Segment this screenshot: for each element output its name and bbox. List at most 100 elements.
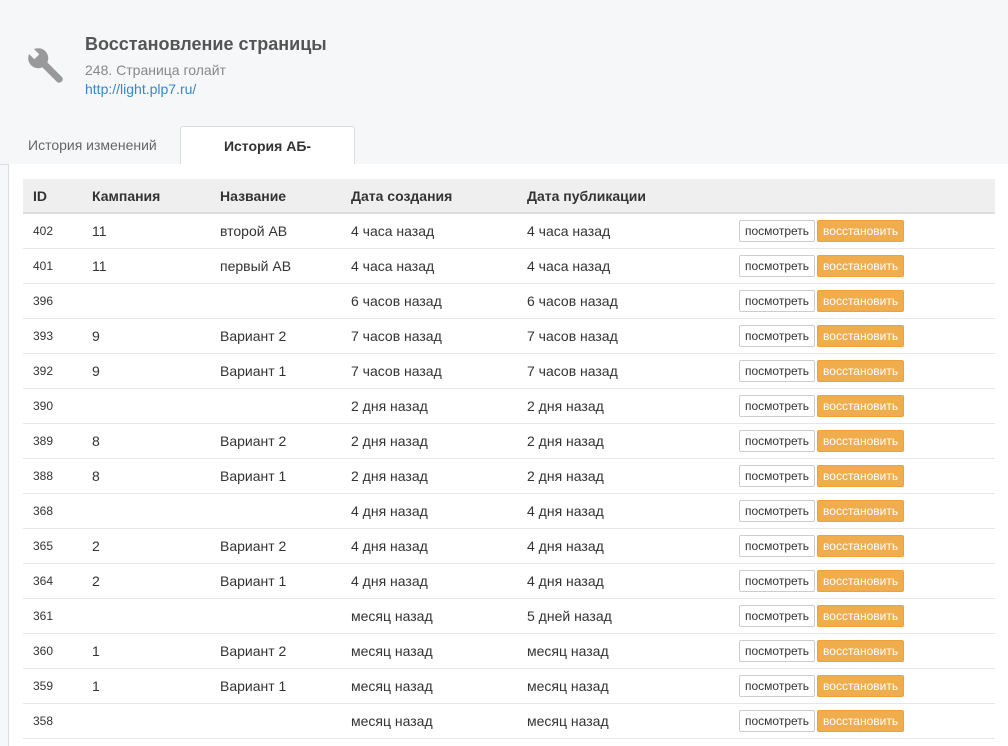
view-button[interactable]: посмотреть	[739, 395, 816, 417]
cell-campaign: 2	[82, 563, 210, 599]
table-row: 364 2 Вариант 14 дня назад 4 дня назад посмо…	[23, 563, 995, 599]
cell-actions: посмотреть восстановить	[719, 598, 995, 634]
cell-created: 2 дня назад	[341, 423, 517, 459]
restore-button[interactable]: восстановить	[817, 360, 905, 382]
cell-created: месяц назад	[341, 703, 517, 739]
cell-id: 392	[23, 353, 82, 389]
cell-id: 368	[23, 493, 82, 529]
cell-created: месяц назад	[341, 633, 517, 669]
restore-button[interactable]: восстановить	[817, 465, 905, 487]
table-row: 393 9 Вариант 27 часов назад 7 часов назад п…	[23, 318, 995, 354]
cell-campaign: 11	[82, 213, 210, 249]
restore-button[interactable]: восстановить	[817, 290, 905, 312]
column-header-campaign: Кампания	[82, 179, 210, 214]
cell-campaign	[82, 493, 210, 529]
table-row: 358 месяц назад месяц назад посмотреть восст…	[23, 703, 995, 739]
cell-actions: посмотреть восстановить	[719, 633, 995, 669]
restore-button[interactable]: восстановить	[817, 220, 905, 242]
cell-published: месяц назад	[517, 633, 719, 669]
restore-button[interactable]: восстановить	[817, 640, 905, 662]
column-header-id: ID	[23, 179, 82, 214]
view-button[interactable]: посмотреть	[739, 675, 816, 697]
view-button[interactable]: посмотреть	[739, 325, 816, 347]
cell-created: 4 часа назад	[341, 213, 517, 249]
view-button[interactable]: посмотреть	[739, 640, 816, 662]
cell-campaign: 11	[82, 248, 210, 284]
cell-name	[210, 388, 341, 424]
view-button[interactable]: посмотреть	[739, 710, 816, 732]
cell-campaign: 1	[82, 633, 210, 669]
cell-created: месяц назад	[341, 598, 517, 634]
restore-button[interactable]: восстановить	[817, 255, 905, 277]
cell-campaign	[82, 283, 210, 319]
cell-campaign: 1	[82, 668, 210, 704]
restore-button[interactable]: восстановить	[817, 395, 905, 417]
cell-published: 7 часов назад	[517, 353, 719, 389]
cell-campaign	[82, 598, 210, 634]
cell-created: 2 дня назад	[341, 388, 517, 424]
cell-name	[210, 703, 341, 739]
tab-change-history[interactable]: История изменений	[8, 126, 177, 164]
view-button[interactable]: посмотреть	[739, 570, 816, 592]
column-header-name: Название	[210, 179, 341, 214]
view-button[interactable]: посмотреть	[739, 360, 816, 382]
cell-actions: посмотреть восстановить	[719, 528, 995, 564]
restore-button[interactable]: восстановить	[817, 500, 905, 522]
cell-actions: посмотреть восстановить	[719, 703, 995, 739]
cell-actions: посмотреть восстановить	[719, 423, 995, 459]
table-row: 361 месяц назад 5 дней назад посмотреть восс…	[23, 598, 995, 634]
cell-campaign: 8	[82, 423, 210, 459]
view-button[interactable]: посмотреть	[739, 255, 816, 277]
table-row: 368 4 дня назад 4 дня назад посмотреть восст…	[23, 493, 995, 529]
cell-id: 388	[23, 458, 82, 494]
view-button[interactable]: посмотреть	[739, 430, 816, 452]
page-url-link[interactable]: http://light.plp7.ru/	[85, 81, 196, 97]
table-row: 365 2 Вариант 24 дня назад 4 дня назад посмо…	[23, 528, 995, 564]
cell-campaign: 9	[82, 353, 210, 389]
cell-name: Вариант 1	[210, 353, 341, 389]
view-button[interactable]: посмотреть	[739, 290, 816, 312]
cell-created: 7 часов назад	[341, 353, 517, 389]
cell-id: 390	[23, 388, 82, 424]
cell-actions: посмотреть восстановить	[719, 493, 995, 529]
cell-campaign: 9	[82, 318, 210, 354]
cell-campaign: 2	[82, 528, 210, 564]
tab-ab-test-history[interactable]: История АБ-тестов	[180, 126, 355, 192]
restore-button[interactable]: восстановить	[817, 325, 905, 347]
page-header: Восстановление страницы 248. Страница го…	[0, 0, 1008, 126]
restore-button[interactable]: восстановить	[817, 605, 905, 627]
cell-name	[210, 283, 341, 319]
view-button[interactable]: посмотреть	[739, 535, 816, 557]
cell-published: 6 часов назад	[517, 283, 719, 319]
cell-campaign	[82, 703, 210, 739]
tab-content-panel: ID Кампания Название Дата создания Дата …	[8, 164, 1008, 746]
column-header-created: Дата создания	[341, 179, 517, 214]
cell-id: 401	[23, 248, 82, 284]
cell-published: 4 дня назад	[517, 493, 719, 529]
cell-name	[210, 598, 341, 634]
cell-id: 364	[23, 563, 82, 599]
cell-actions: посмотреть восстановить	[719, 318, 995, 354]
cell-published: 2 дня назад	[517, 388, 719, 424]
cell-created: 6 часов назад	[341, 283, 517, 319]
cell-actions: посмотреть восстановить	[719, 458, 995, 494]
cell-id: 358	[23, 703, 82, 739]
restore-button[interactable]: восстановить	[817, 675, 905, 697]
restore-button[interactable]: восстановить	[817, 535, 905, 557]
cell-campaign: 8	[82, 458, 210, 494]
view-button[interactable]: посмотреть	[739, 465, 816, 487]
ab-tests-table: ID Кампания Название Дата создания Дата …	[23, 179, 995, 739]
view-button[interactable]: посмотреть	[739, 500, 816, 522]
cell-actions: посмотреть восстановить	[719, 563, 995, 599]
cell-actions: посмотреть восстановить	[719, 388, 995, 424]
view-button[interactable]: посмотреть	[739, 605, 816, 627]
restore-button[interactable]: восстановить	[817, 570, 905, 592]
restore-button[interactable]: восстановить	[817, 710, 905, 732]
cell-id: 365	[23, 528, 82, 564]
cell-id: 360	[23, 633, 82, 669]
view-button[interactable]: посмотреть	[739, 220, 816, 242]
restore-button[interactable]: восстановить	[817, 430, 905, 452]
cell-id: 361	[23, 598, 82, 634]
cell-campaign	[82, 388, 210, 424]
cell-id: 389	[23, 423, 82, 459]
